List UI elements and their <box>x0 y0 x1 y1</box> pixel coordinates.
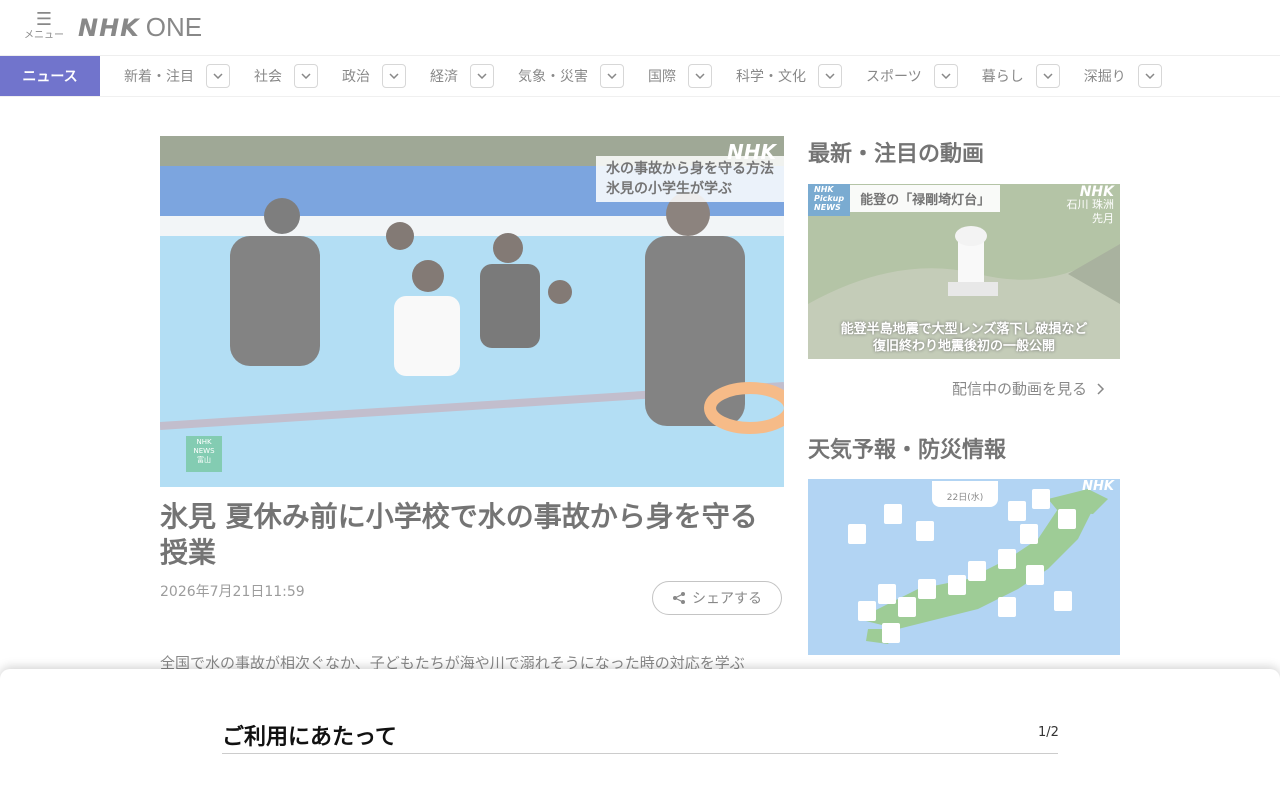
usage-notice-sheet: ご利用にあたって 1/2 <box>0 669 1280 800</box>
notice-title: ご利用にあたって <box>222 725 397 750</box>
notice-divider <box>222 753 1058 754</box>
notice-page-indicator: 1/2 <box>1038 725 1059 740</box>
